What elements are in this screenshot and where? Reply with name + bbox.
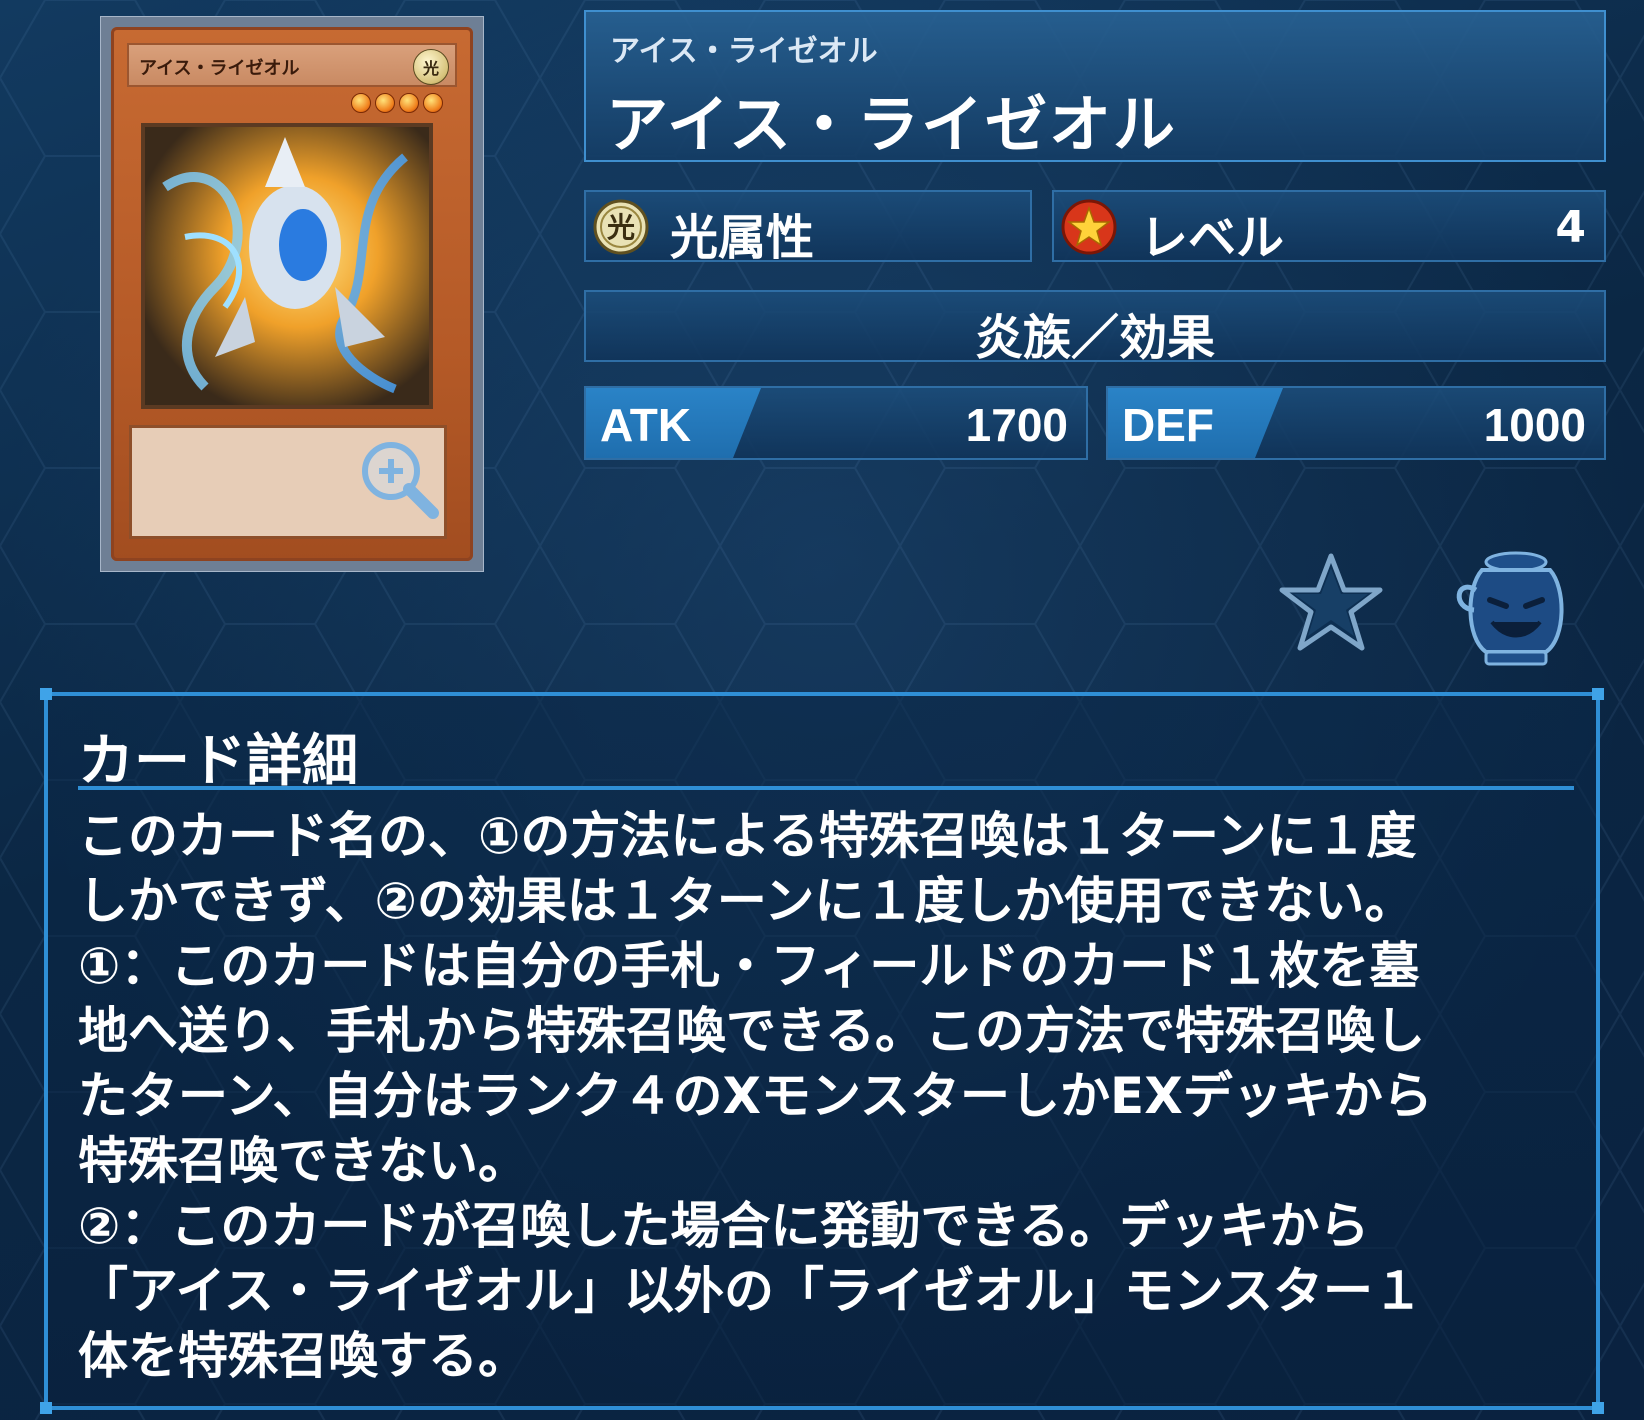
panel-corner: [1592, 1402, 1604, 1414]
level-value: 4: [1555, 202, 1586, 253]
card-artwork: [141, 123, 433, 409]
light-attribute-icon: 光: [593, 199, 649, 255]
zoom-in-icon[interactable]: [357, 437, 443, 523]
level-row: レベル 4: [1052, 190, 1606, 266]
detail-divider: [78, 786, 1574, 790]
pot-of-greed-icon[interactable]: [1446, 548, 1578, 668]
svg-text:光: 光: [606, 211, 635, 244]
card-level-stars: [351, 93, 443, 113]
level-star: [399, 93, 419, 113]
card-name-on-image: アイス・ライゼオル: [127, 43, 457, 87]
star-icon[interactable]: [1276, 550, 1386, 660]
level-star: [375, 93, 395, 113]
attribute-label: 光属性: [670, 210, 815, 266]
def-row: DEF 1000: [1106, 386, 1606, 460]
def-label: DEF: [1122, 399, 1214, 451]
attribute-row: 光 光属性: [584, 190, 1032, 266]
race-type-label: 炎族／効果: [974, 310, 1215, 366]
card-name-ruby: アイス・ライゼオル: [610, 34, 878, 69]
card-detail-panel: カード詳細 このカード名の、①の方法による特殊召喚は１ターンに１度 しかできず、…: [40, 688, 1604, 1414]
race-type-row: 炎族／効果: [584, 290, 1606, 366]
card-image[interactable]: アイス・ライゼオル 光: [100, 16, 484, 572]
def-value: 1000: [1483, 399, 1586, 451]
level-label: レベル: [1140, 210, 1285, 266]
card-name-panel: アイス・ライゼオル アイス・ライゼオル: [584, 10, 1606, 162]
panel-corner: [1592, 688, 1604, 700]
panel-corner: [40, 1402, 52, 1414]
atk-label: ATK: [600, 399, 692, 451]
card-effect-text: このカード名の、①の方法による特殊召喚は１ターンに１度 しかできず、②の効果は１…: [78, 807, 1433, 1385]
level-star: [423, 93, 443, 113]
card-name-title: アイス・ライゼオル: [606, 88, 1178, 161]
level-star-icon: [1061, 199, 1117, 255]
atk-row: ATK 1700: [584, 386, 1088, 460]
level-star: [351, 93, 371, 113]
card-attribute-icon: 光: [413, 49, 449, 85]
detail-heading: カード詳細: [78, 729, 358, 794]
atk-value: 1700: [965, 399, 1068, 451]
panel-corner: [40, 688, 52, 700]
